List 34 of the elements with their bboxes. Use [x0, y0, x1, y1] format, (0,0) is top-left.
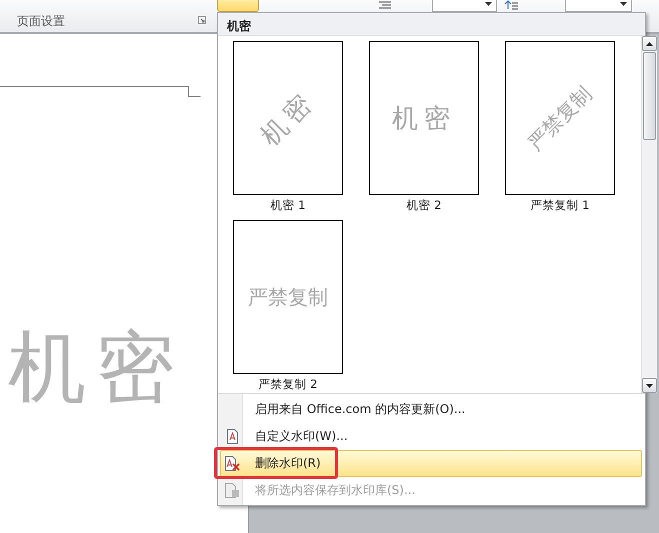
scrollbar[interactable] — [641, 36, 657, 393]
watermark-preview[interactable]: 严禁复制 — [505, 41, 615, 195]
watermark-sample: 机密 — [254, 84, 323, 153]
scroll-up-button[interactable] — [642, 36, 657, 51]
menu-item[interactable]: 启用来自 Office.com 的内容更新(O)... — [220, 396, 642, 423]
down-arrow-icon — [646, 384, 653, 388]
watermark-sample: 机密 — [392, 102, 456, 136]
preview-label: 机密 1 — [270, 198, 306, 213]
indent-right-field[interactable] — [432, 0, 497, 12]
up-arrow-icon — [646, 42, 653, 46]
indent-right-icon — [378, 0, 392, 10]
remove-watermark-icon — [224, 456, 240, 471]
caret-icon — [620, 2, 627, 6]
category-header: 机密 — [218, 13, 645, 36]
preview-label: 机密 2 — [406, 198, 442, 213]
menu-item[interactable]: 自定义水印(W)... — [220, 423, 642, 450]
watermark-sample: 严禁复制 — [248, 284, 328, 310]
save-to-gallery-icon — [224, 483, 240, 498]
watermark-preview[interactable]: 严禁复制 — [233, 220, 343, 374]
caret-icon — [485, 2, 492, 6]
document-icon — [226, 429, 238, 444]
watermark-text: 机密 — [8, 322, 184, 415]
spacing-after-icon — [504, 0, 518, 10]
preview-label: 严禁复制 2 — [258, 377, 318, 392]
watermark-button[interactable] — [217, 0, 259, 12]
watermark-sample: 严禁复制 — [522, 80, 598, 156]
group-label: 页面设置 — [17, 13, 65, 30]
preview-label: 严禁复制 1 — [530, 198, 590, 213]
scroll-thumb[interactable] — [643, 52, 656, 140]
spacing-after-field[interactable] — [565, 0, 632, 12]
watermark-preview[interactable]: 机密 — [233, 41, 343, 195]
scroll-down-button[interactable] — [642, 378, 657, 393]
dialog-launcher-icon[interactable] — [198, 16, 206, 24]
watermark-preview[interactable]: 机密 — [369, 41, 479, 195]
